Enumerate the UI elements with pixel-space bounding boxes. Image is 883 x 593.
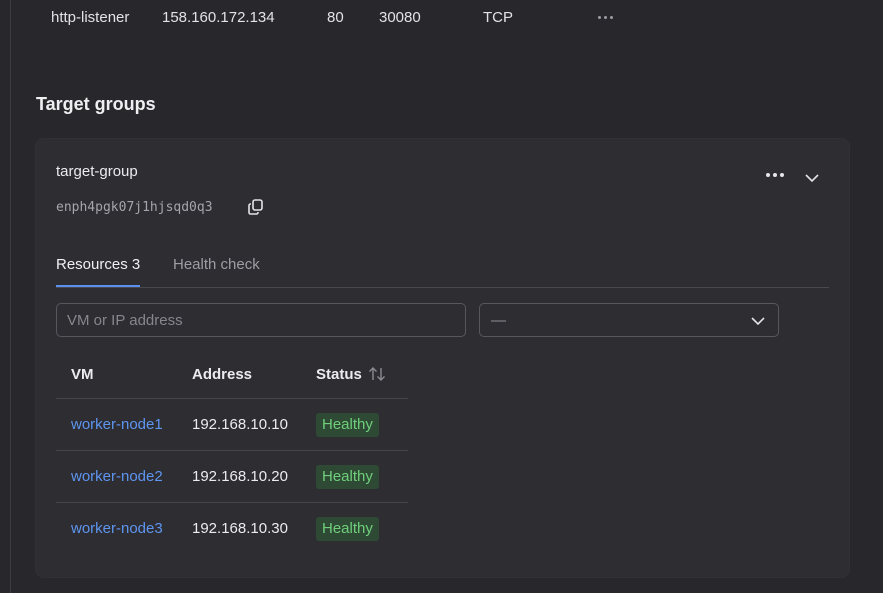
address-cell: 192.168.10.30 [192, 520, 288, 537]
listener-ip: 158.160.172.134 [162, 9, 275, 26]
address-cell: 192.168.10.10 [192, 416, 288, 433]
column-header-vm: VM [71, 366, 94, 383]
tab-resources[interactable]: Resources 3 [56, 255, 141, 287]
sort-arrows-icon[interactable] [368, 366, 386, 382]
vm-link[interactable]: worker-node2 [71, 467, 163, 487]
tab-health-check[interactable]: Health check [173, 255, 260, 285]
status-badge: Healthy [316, 465, 379, 489]
listener-name: http-listener [51, 9, 130, 26]
status-badge: Healthy [316, 413, 379, 437]
table-header: VM Address Status [56, 351, 408, 399]
table-row: worker-node1 192.168.10.10 Healthy [56, 399, 408, 451]
chevron-down-icon[interactable] [804, 170, 820, 186]
section-title: Target groups [36, 94, 156, 114]
search-input[interactable] [56, 303, 466, 337]
table-row: worker-node3 192.168.10.30 Healthy [56, 503, 408, 555]
copy-icon[interactable] [247, 198, 265, 216]
select-value: — [491, 312, 506, 329]
chevron-down-icon [751, 317, 765, 326]
left-divider [10, 0, 11, 593]
vm-link[interactable]: worker-node3 [71, 519, 163, 539]
status-filter-select[interactable]: — [479, 303, 779, 337]
vm-link[interactable]: worker-node1 [71, 415, 163, 435]
address-cell: 192.168.10.20 [192, 468, 288, 485]
listener-target-port: 30080 [379, 9, 421, 26]
target-group-card: target-group enph4pgk07j1hjsqd0q3 Resour… [36, 139, 849, 577]
table-row: worker-node2 192.168.10.20 Healthy [56, 451, 408, 503]
target-group-id: enph4pgk07j1hjsqd0q3 [56, 200, 213, 215]
target-group-name: target-group [56, 163, 138, 180]
listener-port: 80 [327, 9, 344, 26]
column-header-status[interactable]: Status [316, 365, 362, 385]
listener-menu-icon[interactable] [598, 16, 613, 19]
resources-table: VM Address Status worker-node1 192.168.1… [56, 351, 408, 555]
column-header-address: Address [192, 366, 253, 383]
ellipsis-icon[interactable] [764, 171, 786, 179]
listener-protocol: TCP [483, 9, 513, 26]
status-badge: Healthy [316, 517, 379, 541]
tab-bar: Resources 3 Health check [56, 255, 829, 288]
